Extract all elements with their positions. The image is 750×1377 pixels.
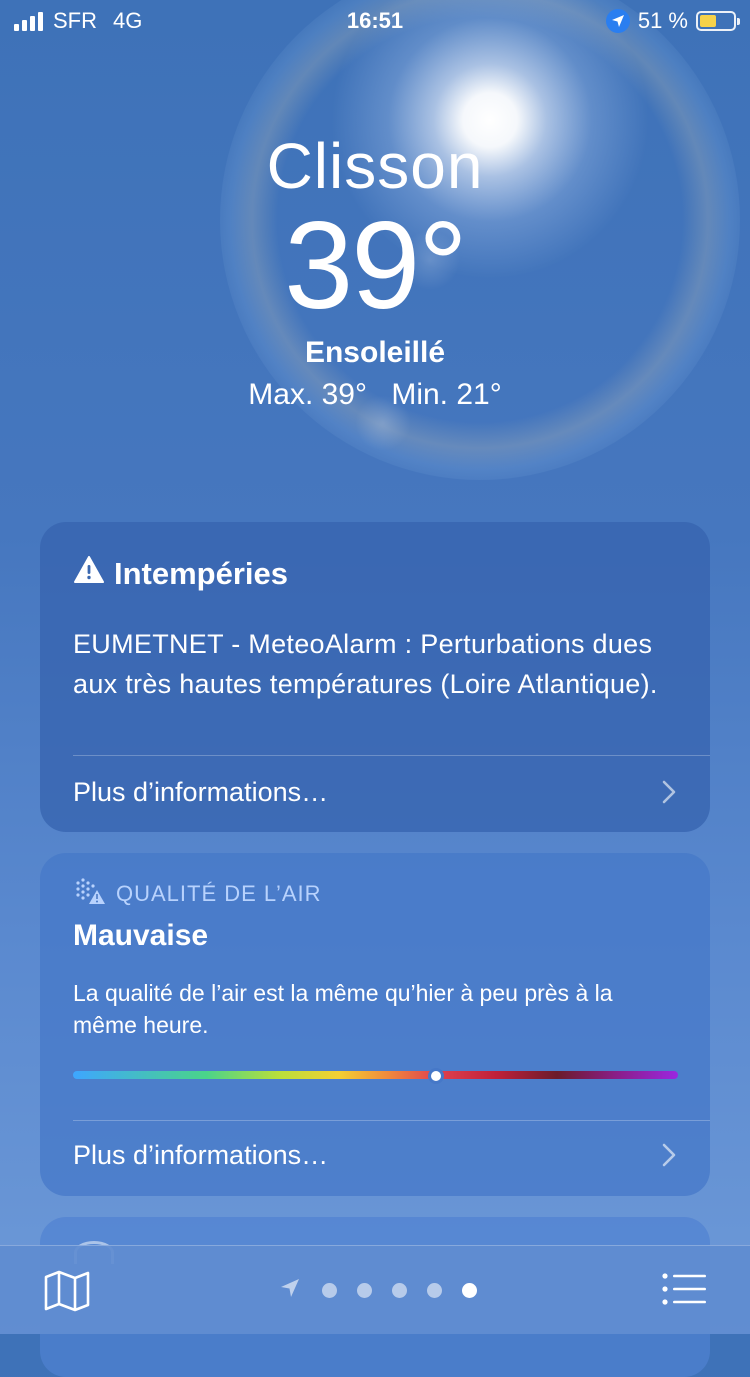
- max-temperature: Max. 39°: [248, 378, 367, 411]
- weather-header: Clisson 39° Ensoleillé Max. 39° Min. 21°: [0, 128, 750, 412]
- min-temperature: Min. 21°: [391, 378, 502, 411]
- alert-more-info-button[interactable]: Plus d’informations…: [73, 772, 682, 812]
- page-dot[interactable]: [426, 1283, 442, 1298]
- location-services-icon: [605, 9, 630, 33]
- air-quality-level: Mauvaise: [73, 919, 209, 952]
- location-arrow-icon: [280, 1278, 300, 1303]
- city-list-button[interactable]: [662, 1272, 706, 1311]
- weather-condition: Ensoleillé: [304, 336, 446, 369]
- alert-title: Intempéries: [114, 556, 289, 591]
- air-quality-description: La qualité de l’air est la même qu’hier …: [73, 980, 613, 1038]
- air-quality-scale: [73, 1068, 678, 1084]
- air-quality-indicator: [428, 1068, 444, 1084]
- air-quality-header: QUALITÉ DE L’AIR: [116, 881, 322, 906]
- warning-icon: [74, 556, 104, 592]
- battery-percent: 51 %: [637, 8, 688, 33]
- page-dot[interactable]: [391, 1283, 407, 1298]
- chevron-right-icon: [656, 779, 682, 805]
- air-quality-icon: [74, 877, 106, 911]
- alert-text: EUMETNET - MeteoAlarm : Perturbations du…: [73, 629, 658, 699]
- divider: [73, 755, 710, 756]
- bottom-toolbar: [0, 1245, 750, 1334]
- page-dot[interactable]: [321, 1283, 337, 1298]
- severe-weather-card[interactable]: Intempéries EUMETNET - MeteoAlarm : Pert…: [40, 522, 710, 832]
- more-info-label: Plus d’informations…: [73, 776, 329, 807]
- battery-icon: [696, 11, 740, 31]
- high-low: Max. 39° Min. 21°: [0, 378, 750, 412]
- city-name: Clisson: [266, 130, 484, 202]
- chevron-right-icon: [656, 1142, 682, 1168]
- air-quality-card[interactable]: QUALITÉ DE L’AIR Mauvaise La qualité de …: [40, 853, 710, 1196]
- current-temperature: 39°: [284, 197, 468, 335]
- list-icon: [662, 1273, 706, 1305]
- page-indicator[interactable]: [0, 1278, 750, 1303]
- air-quality-more-info-button[interactable]: Plus d’informations…: [73, 1135, 682, 1175]
- page-dot[interactable]: [461, 1283, 477, 1298]
- page-dot[interactable]: [356, 1283, 372, 1298]
- status-bar: SFR 4G 16:51 51 %: [0, 0, 750, 40]
- divider: [73, 1120, 710, 1121]
- more-info-label: Plus d’informations…: [73, 1139, 329, 1170]
